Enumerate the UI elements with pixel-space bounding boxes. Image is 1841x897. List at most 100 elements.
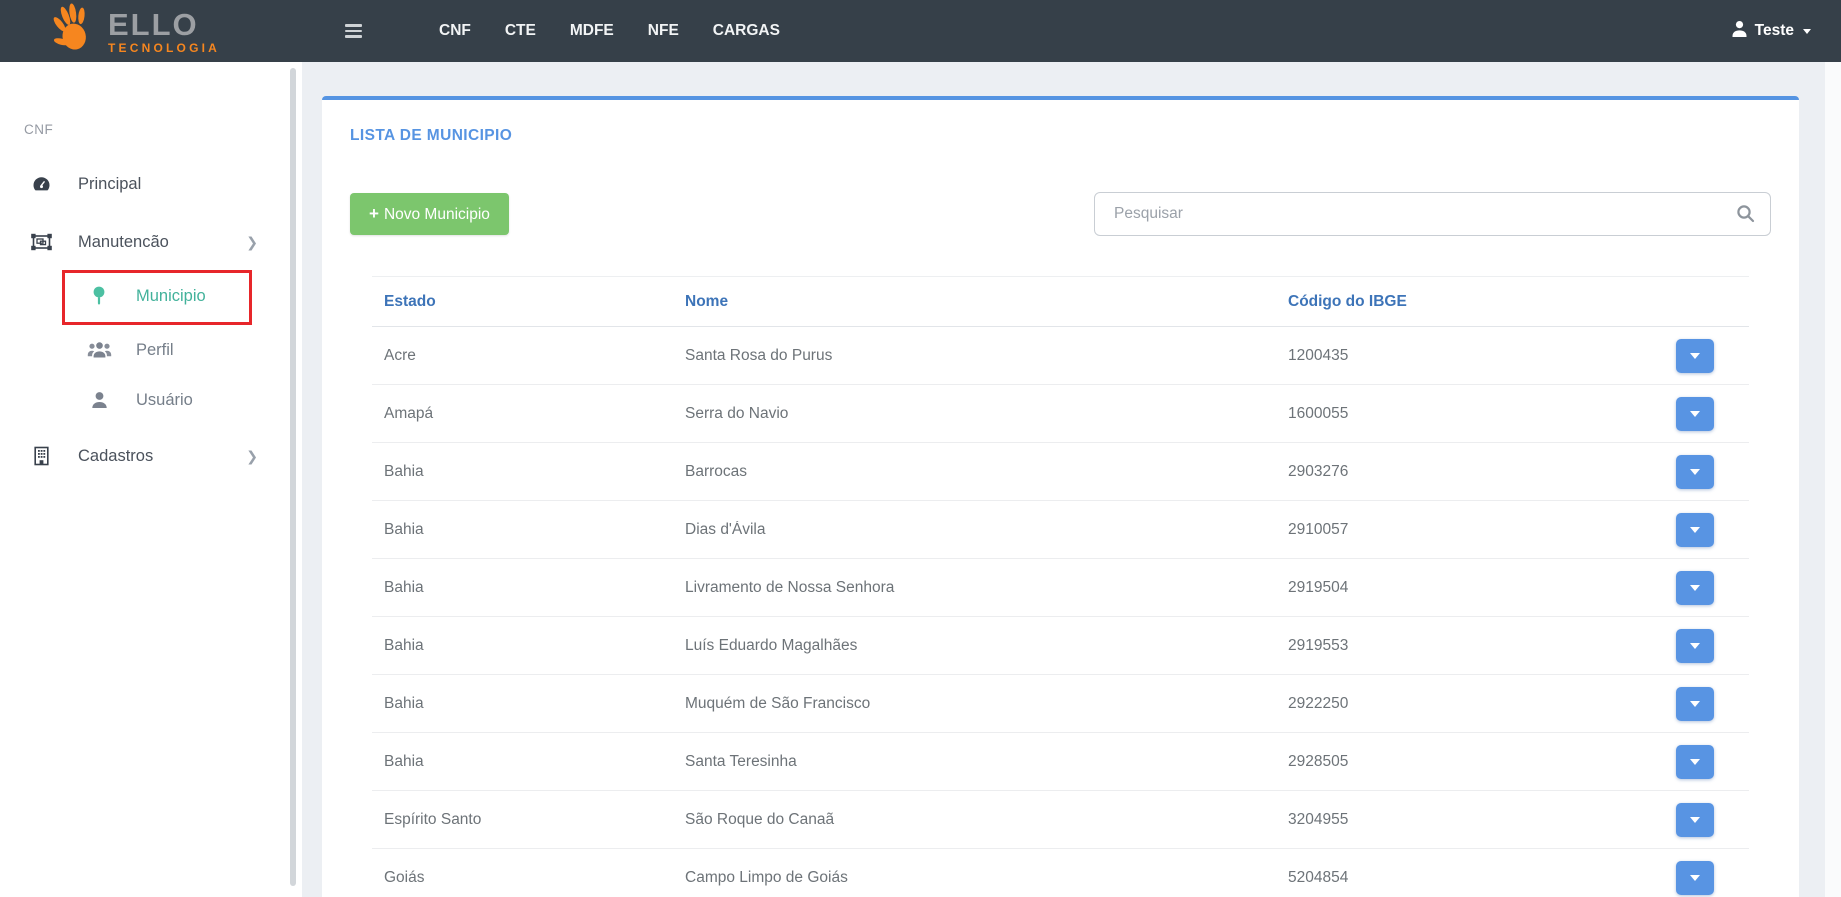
column-header-ibge: Código do IBGE	[1276, 293, 1640, 311]
cell-estado: Bahia	[372, 521, 673, 539]
cell-nome: Santa Teresinha	[673, 753, 1276, 771]
row-actions-dropdown-button[interactable]	[1676, 571, 1714, 605]
cell-ibge: 1600055	[1276, 405, 1640, 423]
table-row: Bahia Santa Teresinha 2928505	[372, 733, 1749, 791]
sidebar-item-municipio[interactable]: Municipio	[0, 271, 302, 321]
toolbar: +Novo Municipio	[350, 192, 1771, 236]
municipio-table: Estado Nome Código do IBGE Acre Santa Ro…	[372, 276, 1749, 897]
caret-down-icon	[1690, 817, 1700, 823]
column-header-estado: Estado	[372, 293, 673, 311]
municipio-table-body: Acre Santa Rosa do Purus 1200435 Amapá S…	[372, 327, 1749, 897]
cell-ibge: 2922250	[1276, 695, 1640, 713]
top-navbar: ELLO TECNOLOGIA CNF CTE MDFE NFE CARGAS …	[0, 0, 1841, 62]
logo-sub-text: TECNOLOGIA	[108, 42, 220, 54]
cell-nome: Serra do Navio	[673, 405, 1276, 423]
cell-nome: Santa Rosa do Purus	[673, 347, 1276, 365]
row-actions-dropdown-button[interactable]	[1676, 861, 1714, 895]
column-header-nome: Nome	[673, 293, 1276, 311]
table-header-row: Estado Nome Código do IBGE	[372, 277, 1749, 327]
cell-estado: Goiás	[372, 869, 673, 887]
sidebar-toggle-button[interactable]	[330, 8, 376, 54]
caret-down-icon	[1690, 411, 1700, 417]
sidebar-item-perfil[interactable]: Perfil	[0, 325, 302, 375]
search-input[interactable]	[1094, 192, 1771, 236]
sidebar-item-label: Municipio	[136, 287, 206, 306]
chevron-right-icon: ❯	[246, 448, 258, 465]
table-row: Bahia Livramento de Nossa Senhora 291950…	[372, 559, 1749, 617]
row-actions-dropdown-button[interactable]	[1676, 687, 1714, 721]
table-row: Bahia Barrocas 2903276	[372, 443, 1749, 501]
users-icon	[86, 341, 112, 359]
user-icon	[1731, 20, 1748, 42]
cell-ibge: 2903276	[1276, 463, 1640, 481]
row-actions-dropdown-button[interactable]	[1676, 629, 1714, 663]
table-row: Acre Santa Rosa do Purus 1200435	[372, 327, 1749, 385]
sidebar-item-manutencao[interactable]: Manutencão ❯	[0, 217, 302, 267]
table-row: Bahia Muquém de São Francisco 2922250	[372, 675, 1749, 733]
row-actions-dropdown-button[interactable]	[1676, 513, 1714, 547]
row-actions-dropdown-button[interactable]	[1676, 339, 1714, 373]
search-icon	[1736, 204, 1756, 229]
cell-ibge: 1200435	[1276, 347, 1640, 365]
nav-item-mdfe[interactable]: MDFE	[553, 0, 631, 62]
user-icon	[86, 391, 112, 409]
caret-down-icon	[1690, 585, 1700, 591]
cell-ibge: 3204955	[1276, 811, 1640, 829]
nav-item-cte[interactable]: CTE	[488, 0, 553, 62]
row-actions-dropdown-button[interactable]	[1676, 455, 1714, 489]
caret-down-icon	[1690, 643, 1700, 649]
nav-item-nfe[interactable]: NFE	[631, 0, 696, 62]
table-row: Espírito Santo São Roque do Canaã 320495…	[372, 791, 1749, 849]
cell-estado: Bahia	[372, 637, 673, 655]
caret-down-icon	[1690, 527, 1700, 533]
row-actions-dropdown-button[interactable]	[1676, 745, 1714, 779]
sidebar-item-cadastros[interactable]: Cadastros ❯	[0, 431, 302, 481]
dashboard-icon	[28, 174, 54, 194]
cell-nome: Livramento de Nossa Senhora	[673, 579, 1276, 597]
sidebar-scrollbar[interactable]	[290, 68, 296, 886]
cell-nome: Campo Limpo de Goiás	[673, 869, 1276, 887]
map-pin-icon	[86, 286, 112, 307]
sidebar-item-principal[interactable]: Principal	[0, 159, 302, 209]
page-scrollbar-gutter[interactable]	[1825, 62, 1841, 897]
sidebar: CNF Principal Manutencão ❯	[0, 62, 302, 897]
cell-ibge: 2919504	[1276, 579, 1640, 597]
table-row: Bahia Dias d'Ávila 2910057	[372, 501, 1749, 559]
building-icon	[28, 446, 54, 466]
caret-down-icon	[1690, 469, 1700, 475]
cell-estado: Espírito Santo	[372, 811, 673, 829]
cell-estado: Bahia	[372, 463, 673, 481]
cell-estado: Amapá	[372, 405, 673, 423]
sidebar-item-label: Perfil	[136, 341, 174, 360]
municipio-list-card: LISTA DE MUNICIPIO +Novo Municipio Estad…	[322, 96, 1799, 897]
app-logo[interactable]: ELLO TECNOLOGIA	[44, 0, 220, 64]
cell-nome: Dias d'Ávila	[673, 521, 1276, 539]
cell-estado: Acre	[372, 347, 673, 365]
new-municipio-button[interactable]: +Novo Municipio	[350, 193, 509, 235]
nav-item-cargas[interactable]: CARGAS	[696, 0, 797, 62]
object-group-icon	[28, 232, 54, 252]
cell-ibge: 5204854	[1276, 869, 1640, 887]
cell-nome: Muquém de São Francisco	[673, 695, 1276, 713]
sidebar-item-label: Cadastros	[78, 447, 153, 466]
row-actions-dropdown-button[interactable]	[1676, 803, 1714, 837]
row-actions-dropdown-button[interactable]	[1676, 397, 1714, 431]
cell-nome: Luís Eduardo Magalhães	[673, 637, 1276, 655]
cell-nome: Barrocas	[673, 463, 1276, 481]
sidebar-item-usuario[interactable]: Usuário	[0, 375, 302, 425]
user-menu[interactable]: Teste	[1731, 20, 1811, 42]
cell-estado: Bahia	[372, 753, 673, 771]
nav-item-cnf[interactable]: CNF	[422, 0, 488, 62]
user-name: Teste	[1755, 22, 1794, 40]
table-row: Goiás Campo Limpo de Goiás 5204854	[372, 849, 1749, 897]
cell-ibge: 2919553	[1276, 637, 1640, 655]
sidebar-item-label: Principal	[78, 175, 141, 194]
sidebar-item-label: Usuário	[136, 391, 193, 410]
cell-estado: Bahia	[372, 695, 673, 713]
table-row: Amapá Serra do Navio 1600055	[372, 385, 1749, 443]
cell-nome: São Roque do Canaã	[673, 811, 1276, 829]
plus-icon: +	[369, 204, 379, 223]
hand-logo-icon	[44, 0, 102, 64]
caret-down-icon	[1690, 759, 1700, 765]
page-title: LISTA DE MUNICIPIO	[350, 126, 1771, 146]
